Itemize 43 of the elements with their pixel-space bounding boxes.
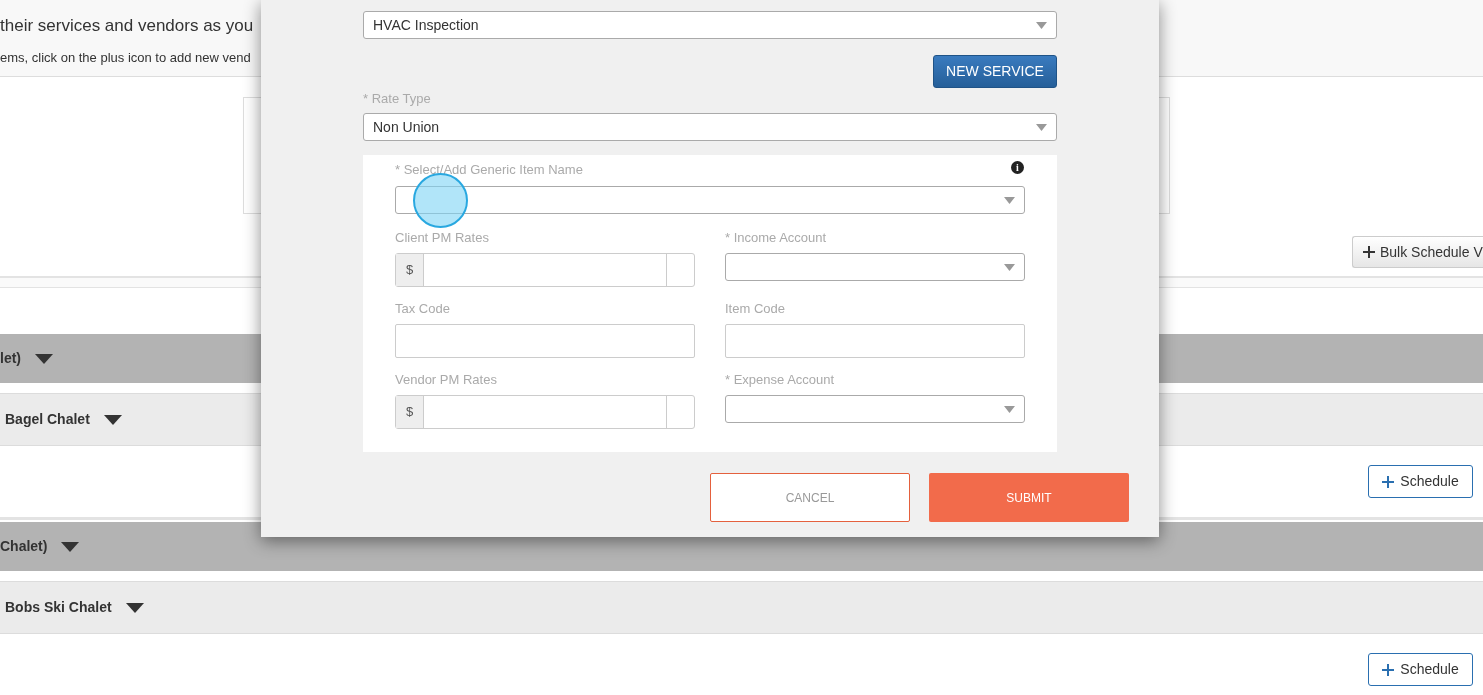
select-field[interactable] <box>725 395 1025 423</box>
field-label: * Income Account <box>725 230 827 246</box>
select-field[interactable]: HVAC Inspection <box>363 11 1057 39</box>
field-label: * Expense Account <box>725 372 835 388</box>
text-field[interactable] <box>725 324 1025 358</box>
new-service-button[interactable]: NEW SERVICE <box>933 55 1057 88</box>
click-highlight <box>413 173 468 228</box>
select-field[interactable] <box>725 253 1025 281</box>
instruction-text: ems, click on the plus icon to add new vend <box>0 50 251 66</box>
plus-icon <box>1363 246 1375 258</box>
schedule-button[interactable]: Schedule <box>1368 653 1473 686</box>
dropdown-arrow-icon <box>1036 123 1047 131</box>
dropdown-arrow-icon <box>1004 263 1015 271</box>
caret-icon[interactable] <box>35 353 53 364</box>
currency-field[interactable]: $ <box>395 253 695 287</box>
currency-field[interactable]: $ <box>395 395 695 429</box>
plus-icon <box>1382 475 1395 488</box>
caret-icon[interactable] <box>61 541 80 552</box>
schedule-button[interactable]: Schedule <box>1368 465 1473 498</box>
plus-icon <box>1382 663 1395 676</box>
field-label: Item Code <box>725 301 785 317</box>
currency-prefix: $ <box>396 396 424 428</box>
section-title: let) <box>0 349 21 368</box>
dropdown-arrow-icon <box>1004 405 1015 413</box>
bulk-schedule-button[interactable]: Bulk Schedule V <box>1352 236 1483 268</box>
section-title: Bagel Chalet <box>5 410 90 429</box>
field-label: * Rate Type <box>363 91 431 107</box>
text-field[interactable] <box>395 324 695 358</box>
select-field[interactable]: Non Union <box>363 113 1057 141</box>
dropdown-arrow-icon <box>1036 21 1047 29</box>
page-heading: their services and vendors as you <box>0 15 254 37</box>
field-label: Tax Code <box>395 301 450 317</box>
field-label: Client PM Rates <box>395 230 489 246</box>
caret-icon[interactable] <box>103 414 122 425</box>
currency-prefix: $ <box>396 254 424 286</box>
field-label: * Select/Add Generic Item Name <box>395 161 583 179</box>
section-title: Chalet) <box>0 537 48 556</box>
field-label: Vendor PM Rates <box>395 372 497 388</box>
info-icon[interactable]: i <box>1011 161 1024 174</box>
section-title: Bobs Ski Chalet <box>5 598 112 617</box>
dropdown-arrow-icon <box>1004 196 1015 204</box>
select-field[interactable] <box>395 186 1025 214</box>
caret-icon[interactable] <box>125 602 144 613</box>
